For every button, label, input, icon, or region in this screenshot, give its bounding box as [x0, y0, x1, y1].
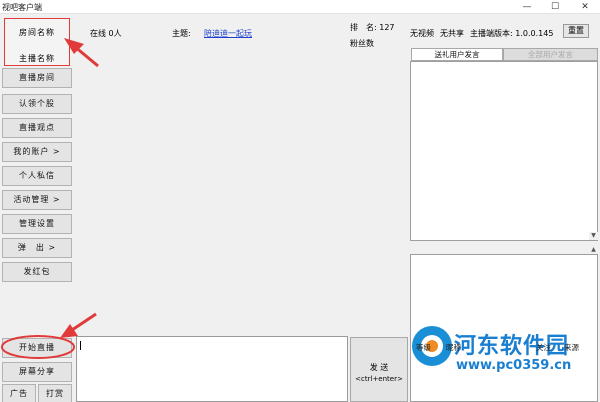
window-title: 视吧客户端 [2, 3, 42, 12]
message-tabs: 送礼用户发言 全部用户发言 [411, 48, 598, 61]
watermark-url: www.pc0359.cn [456, 358, 572, 373]
col-level[interactable]: 等级 [416, 342, 431, 353]
no-share-status: 无共享 [440, 29, 464, 38]
sidebar-item-activity-manage[interactable]: 活动管理 > [2, 190, 72, 210]
message-panel [410, 61, 598, 241]
close-icon[interactable]: ✕ [572, 0, 598, 14]
text-caret [80, 341, 81, 350]
chat-input[interactable] [76, 336, 348, 402]
sidebar-item-live-views[interactable]: 直播观点 [2, 118, 72, 138]
sidebar-item-my-account[interactable]: 我的账户 > [2, 142, 72, 162]
maximize-icon[interactable]: ☐ [542, 0, 568, 14]
room-name: 房间名称 [19, 28, 55, 37]
topic-label: 主题: [172, 29, 191, 38]
watermark-brand: 河东软件园 [454, 334, 570, 359]
online-count: 在线 0人 [90, 29, 122, 38]
col-nickname[interactable]: 昵称 [446, 342, 461, 353]
col-follow[interactable]: 关注 [536, 342, 551, 353]
no-video-status: 无视频 [410, 29, 434, 38]
sidebar-item-live-room[interactable]: 直播房间 [2, 68, 72, 88]
watermark: 河东软件园 www.pc0359.cn [412, 326, 598, 388]
tip-button[interactable]: 打赏 [38, 384, 72, 402]
send-label: 发 送 [369, 363, 389, 372]
fans-text: 粉丝数 [350, 39, 374, 48]
send-button[interactable]: 发 送 <ctrl+enter> [350, 337, 408, 402]
send-shortcut: <ctrl+enter> [355, 375, 403, 383]
sidebar-item-manage-settings[interactable]: 管理设置 [2, 214, 72, 234]
sidebar-item-popup[interactable]: 弹 出 > [2, 238, 72, 258]
reset-button[interactable]: 重置 [563, 24, 589, 38]
version-text: 主播端版本: 1.0.0.145 [470, 29, 554, 38]
minimize-icon[interactable]: — [514, 0, 540, 14]
topic-link[interactable]: 陪迪迪一起玩 [204, 28, 252, 39]
title-bar: 视吧客户端 — ☐ ✕ [0, 0, 600, 14]
annotation-arrow-start [60, 312, 97, 338]
scroll-down-icon[interactable]: ▼ [589, 232, 598, 240]
scroll-up-icon[interactable]: ▲ [589, 246, 598, 254]
tab-all-user-messages[interactable]: 全部用户发言 [503, 48, 598, 61]
tab-gift-user-messages[interactable]: 送礼用户发言 [411, 48, 503, 61]
sidebar-item-red-packet[interactable]: 发红包 [2, 262, 72, 282]
col-source[interactable]: 来源 [564, 342, 579, 353]
anchor-name: 主播名称 [19, 54, 55, 63]
ad-button[interactable]: 广告 [2, 384, 36, 402]
rank-text: 排 名: 127 [350, 23, 395, 32]
screen-share-button[interactable]: 屏幕分享 [2, 362, 72, 382]
room-info-box: 房间名称 主播名称 [4, 18, 70, 66]
start-live-button[interactable]: 开始直播 [2, 338, 72, 358]
sidebar-item-claim-stock[interactable]: 认领个股 [2, 94, 72, 114]
sidebar-item-private-message[interactable]: 个人私信 [2, 166, 72, 186]
